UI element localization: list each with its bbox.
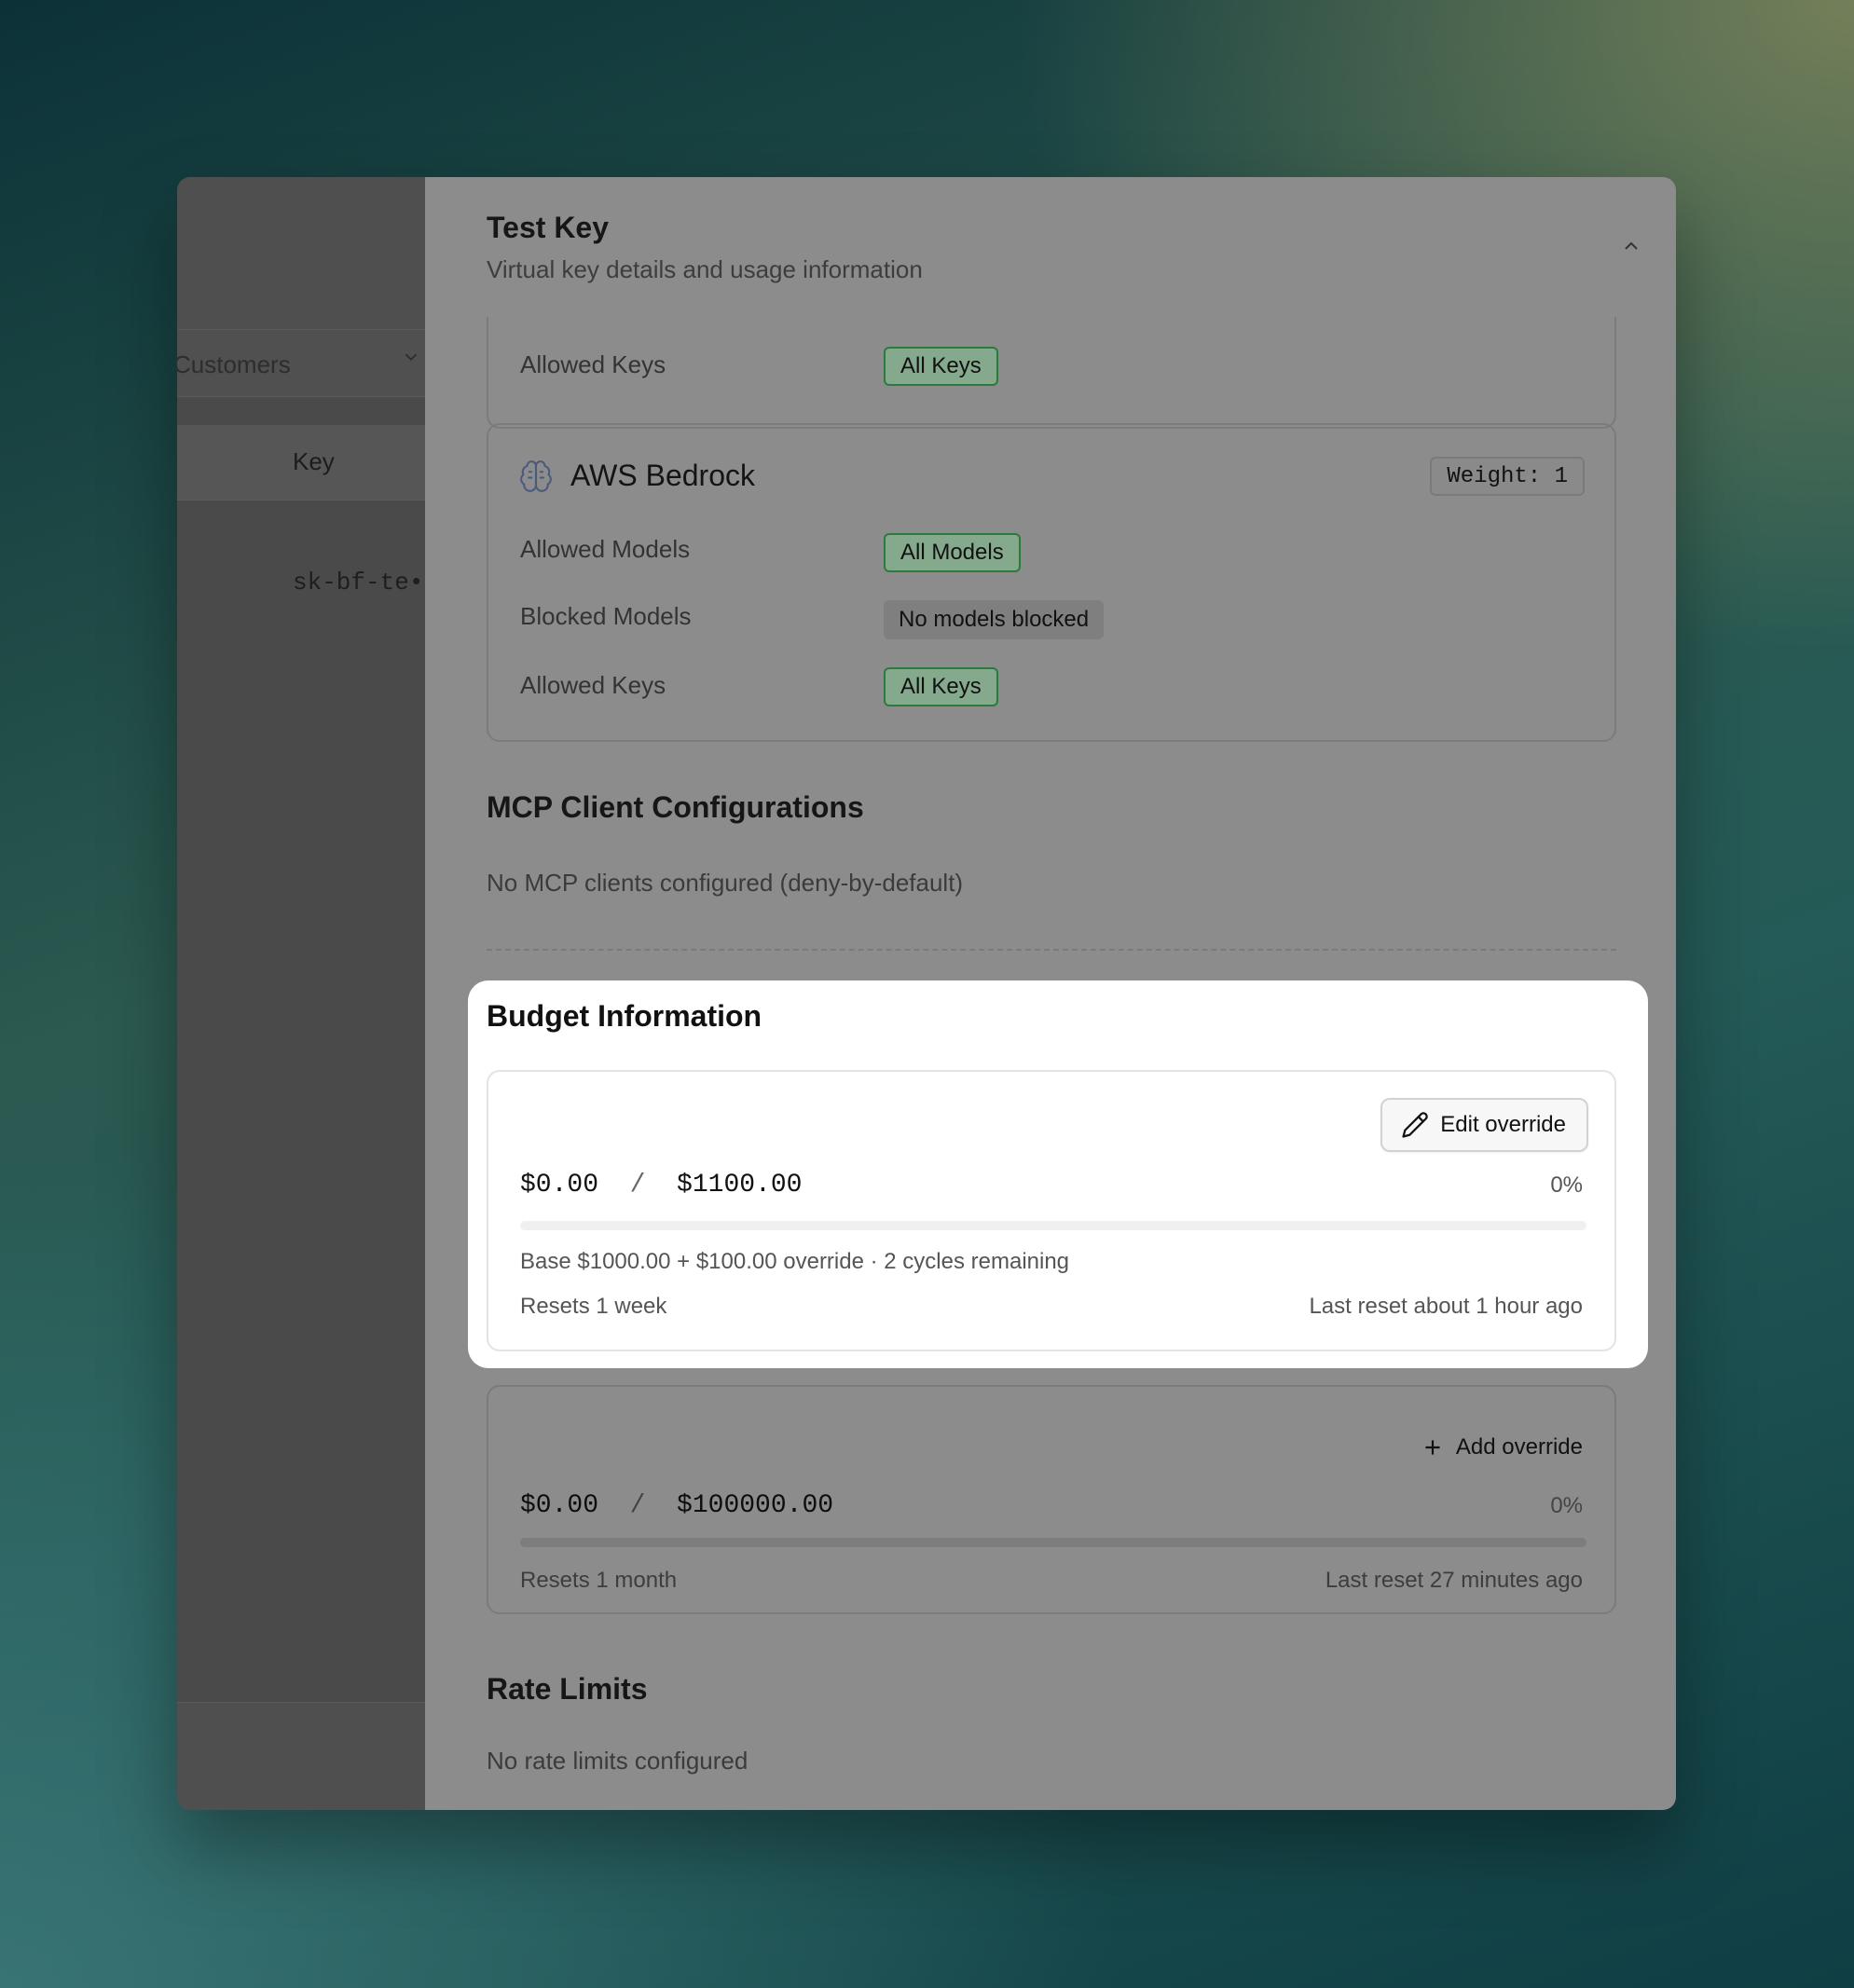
edit-override-label: Edit override	[1440, 1112, 1566, 1137]
budget-card-secondary: Add override $0.00 / $100000.00 0% Reset…	[487, 1385, 1616, 1614]
budget-separator: /	[629, 1491, 646, 1520]
budget-percent: 0%	[1550, 1172, 1583, 1198]
brain-icon	[520, 460, 552, 492]
blocked-models-badge: No models blocked	[884, 600, 1105, 639]
rate-limits-title: Rate Limits	[487, 1672, 648, 1706]
sheet-subtitle: Virtual key details and usage informatio…	[487, 255, 923, 283]
budget-usage-amount: $0.00 / $1100.00	[520, 1171, 802, 1200]
chevron-up-icon	[1625, 241, 1638, 250]
background-footer	[177, 1702, 425, 1810]
budget-limit: $1100.00	[677, 1171, 803, 1200]
budget-last-reset: Last reset 27 minutes ago	[1325, 1568, 1583, 1593]
sheet-title: Test Key	[487, 211, 610, 244]
budget-usage-amount: $0.00 / $100000.00	[520, 1491, 833, 1520]
budget-percent: 0%	[1550, 1493, 1583, 1518]
budget-progress-bar	[520, 1538, 1586, 1547]
budget-last-reset: Last reset about 1 hour ago	[1309, 1294, 1583, 1319]
weight-badge: Weight: 1	[1430, 457, 1585, 496]
add-override-button[interactable]: Add override	[1421, 1424, 1583, 1471]
table-row-key[interactable]: sk-bf-te•	[293, 569, 423, 596]
budget-resets: Resets 1 month	[520, 1568, 678, 1593]
previous-button[interactable]	[1614, 229, 1648, 263]
mcp-section-title: MCP Client Configurations	[487, 790, 864, 824]
budget-section-title: Budget Information	[487, 999, 762, 1033]
budget-override-detail: Base $1000.00 + $100.00 override · 2 cyc…	[520, 1249, 1070, 1274]
edit-override-button[interactable]: Edit override	[1380, 1098, 1588, 1152]
provider-card: Allowed Keys All Keys	[487, 317, 1616, 429]
column-header-key: Key	[293, 447, 335, 475]
plus-icon	[1425, 1440, 1440, 1455]
allowed-keys-label: Allowed Keys	[520, 350, 666, 378]
budget-spent: $0.00	[520, 1171, 599, 1200]
background-app: Customers Key sk-bf-te•	[177, 177, 425, 1810]
allowed-models-badge: All Models	[884, 533, 1021, 572]
rate-limits-empty-text: No rate limits configured	[487, 1747, 748, 1775]
add-override-label: Add override	[1455, 1434, 1583, 1460]
chevron-down-icon	[405, 353, 418, 362]
allowed-keys-label: Allowed Keys	[520, 671, 666, 699]
provider-name: AWS Bedrock	[570, 459, 755, 492]
section-divider	[487, 949, 1616, 951]
budget-progress-bar	[520, 1221, 1586, 1230]
next-button[interactable]	[1674, 229, 1676, 263]
customers-filter-label: Customers	[177, 350, 291, 378]
customers-filter[interactable]: Customers	[177, 329, 425, 397]
allowed-keys-badge: All Keys	[884, 347, 998, 386]
allowed-keys-badge: All Keys	[884, 667, 998, 706]
budget-resets: Resets 1 week	[520, 1294, 667, 1319]
pencil-icon	[1402, 1112, 1428, 1138]
budget-information-highlight: Budget Information Edit override $0.00 /…	[468, 980, 1648, 1368]
mcp-empty-text: No MCP clients configured (deny-by-defau…	[487, 869, 964, 897]
budget-card-primary: Edit override $0.00 / $1100.00 0% Base $…	[487, 1070, 1616, 1351]
budget-separator: /	[629, 1171, 646, 1200]
budget-spent: $0.00	[520, 1491, 599, 1520]
allowed-models-label: Allowed Models	[520, 535, 691, 563]
provider-card-bedrock: AWS Bedrock Weight: 1 Allowed Models All…	[487, 423, 1616, 742]
blocked-models-label: Blocked Models	[520, 602, 692, 630]
background-header	[177, 177, 425, 329]
table-header: Key	[177, 425, 425, 500]
budget-limit: $100000.00	[677, 1491, 834, 1520]
